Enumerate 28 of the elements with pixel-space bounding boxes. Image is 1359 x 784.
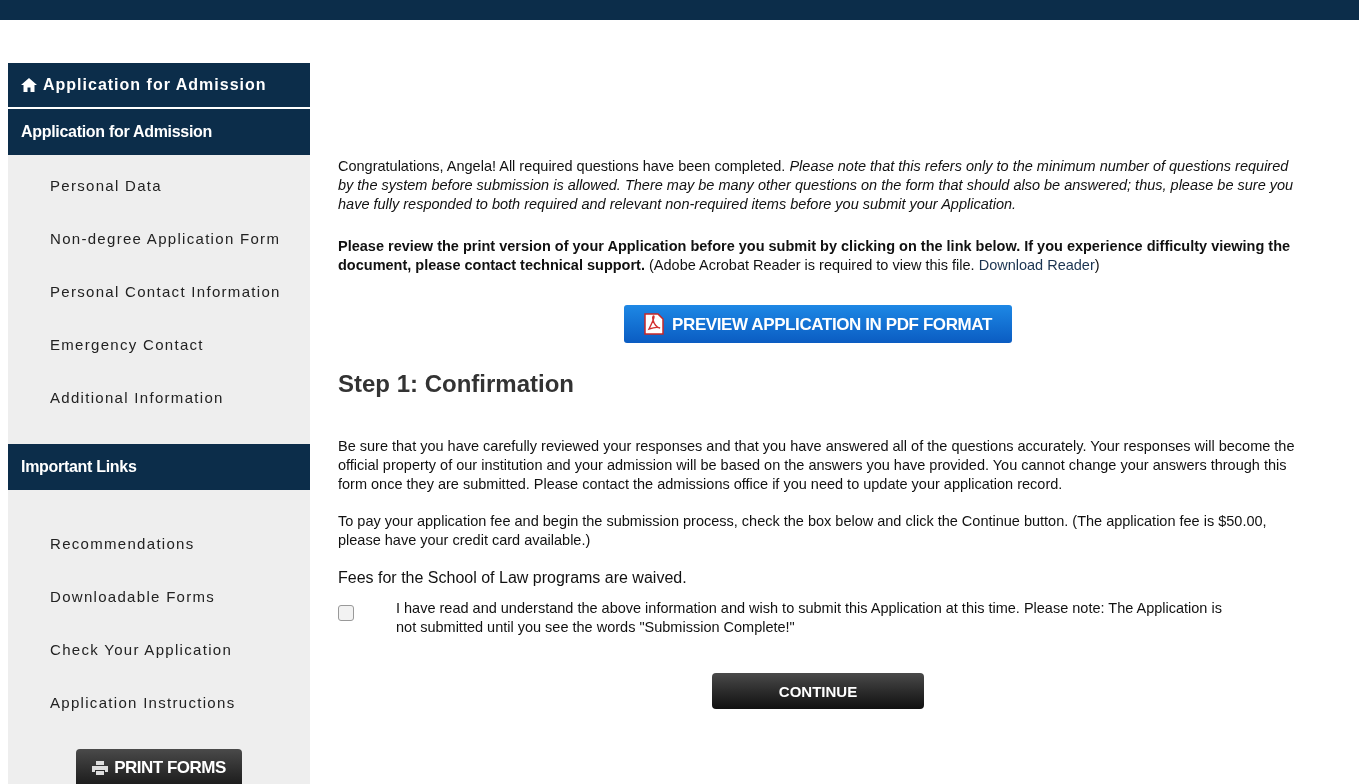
section-header: Important Links — [8, 444, 310, 490]
sidebar-link[interactable]: Non-degree Application Form — [50, 222, 281, 255]
sidebar-header[interactable]: Application for Admission — [8, 63, 310, 109]
sidebar-link[interactable]: Downloadable Forms — [50, 580, 216, 613]
fees-note: Fees for the School of Law programs are waived. — [338, 568, 688, 587]
printer-icon — [92, 761, 109, 775]
step-title: Step 1: Confirmation — [338, 369, 575, 399]
sidebar-link[interactable]: Check Your Application — [50, 633, 233, 666]
pdf-icon — [644, 313, 665, 335]
sidebar-header-title: Application for Admission — [43, 75, 267, 95]
sidebar-link[interactable]: Personal Data — [50, 169, 162, 202]
sidebar-link[interactable]: Recommendations — [50, 527, 195, 560]
print-forms-button[interactable]: PRINT FORMS — [76, 749, 242, 784]
agreement-label: I have read and understand the above information and wish to submit this Application at this time. Please note: The Application is not submitted until you see the words "Submission Complete!" — [396, 599, 1223, 637]
download-reader-link[interactable]: Download Reader — [978, 257, 1095, 273]
home-icon — [21, 78, 37, 92]
preview-pdf-button[interactable]: PREVIEW APPLICATION IN PDF FORMAT — [624, 305, 1012, 343]
info-paragraph: Be sure that you have carefully reviewed your responses and that you have answered all of the questions accurately. Your responses will become the official property of our institution and your admission will be based on the answers you have provided. You cannot change your answers through this form once they are submitted. Please contact the admissions office if you need to update your application record. — [338, 437, 1296, 494]
section-header: Application for Admission — [8, 109, 310, 155]
agreement-checkbox[interactable] — [338, 605, 354, 621]
intro-paragraph: Congratulations, Angela! All required questions have been completed. Please note that this refers only to the minimum number of questions required by the system before submission is allowed. There may be many other questions on the form that should also be answered; thus, please be sure you have fully responded to both required and relevant non-required items before you submit your Application. — [338, 157, 1295, 214]
sidebar-link[interactable]: Application Instructions — [50, 686, 236, 719]
sidebar-link[interactable]: Additional Information — [50, 381, 224, 414]
info-paragraph: To pay your application fee and begin the submission process, check the box below and click the Continue button. (The application fee is $50.00, please have your credit card available.) — [338, 512, 1268, 550]
review-note: Please review the print version of your Application before you submit by clicking on the link below. If you experience difficulty viewing the document, please contact technical support. (Adobe Acrobat Reader is required to view this file. Download Reader) — [338, 237, 1292, 275]
sidebar-link[interactable]: Personal Contact Information — [50, 275, 281, 308]
continue-button[interactable]: CONTINUE — [712, 673, 924, 709]
sidebar-link[interactable]: Emergency Contact — [50, 328, 204, 361]
